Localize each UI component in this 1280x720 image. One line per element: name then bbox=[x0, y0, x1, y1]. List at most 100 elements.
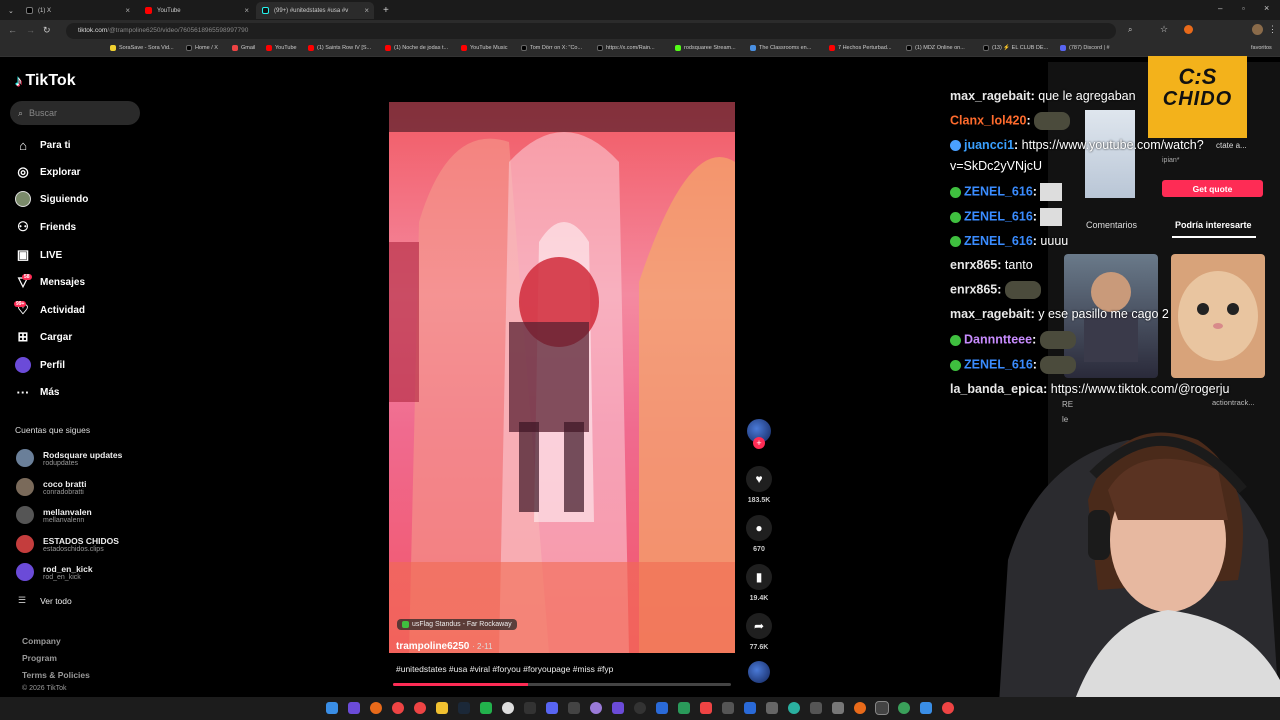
comment-button[interactable]: ● 670 bbox=[745, 515, 773, 553]
search-input[interactable]: ⌕ Buscar bbox=[10, 101, 140, 125]
video-player[interactable] bbox=[389, 102, 735, 653]
tiktok-logo[interactable]: ♪ TikTok bbox=[15, 72, 76, 90]
star-icon[interactable]: ☆ bbox=[1160, 24, 1168, 35]
share-button[interactable]: ➦ 77.6K bbox=[745, 613, 773, 651]
creator-avatar-button[interactable]: + bbox=[745, 419, 773, 449]
following-account[interactable]: mellanvalen mellanvalenn bbox=[16, 506, 92, 524]
bookmark-folder[interactable]: favoritos bbox=[1251, 45, 1272, 51]
bookmark[interactable]: (1) Noche de jodas t... bbox=[385, 45, 448, 51]
footer-link[interactable]: Company bbox=[22, 636, 61, 646]
app-icon[interactable] bbox=[832, 702, 844, 714]
nav-perfil[interactable]: Perfil bbox=[15, 357, 65, 373]
close-icon[interactable]: × bbox=[125, 6, 130, 15]
nav-explorar[interactable]: ◎ Explorar bbox=[15, 164, 80, 180]
zoom-icon[interactable]: ⌕ bbox=[1128, 25, 1132, 35]
video-progress-bar[interactable] bbox=[393, 683, 731, 686]
menu-icon[interactable]: ⋮ bbox=[1268, 24, 1277, 35]
bookmark[interactable]: SoraSave - Sora Vid... bbox=[110, 45, 174, 51]
video-caption[interactable]: #unitedstates #usa #viral #foryou #foryo… bbox=[396, 664, 613, 674]
see-all-button[interactable]: ☰ Ver todo bbox=[16, 595, 72, 606]
save-button[interactable]: ▮ 19.4K bbox=[745, 564, 773, 602]
terminal-icon[interactable] bbox=[875, 701, 889, 715]
bookmark[interactable]: (1) MDZ Online on... bbox=[906, 45, 965, 51]
bookmark[interactable]: The Classrooms en... bbox=[750, 45, 811, 51]
app-icon[interactable] bbox=[766, 702, 778, 714]
maximize-icon[interactable]: ▫ bbox=[1242, 4, 1245, 13]
tab-tiktok[interactable]: (99+) #unitedstates #usa #v × bbox=[256, 2, 374, 19]
discord-icon[interactable] bbox=[546, 702, 558, 714]
app-icon[interactable] bbox=[634, 702, 646, 714]
app-icon[interactable] bbox=[612, 702, 624, 714]
forward-icon[interactable]: → bbox=[26, 25, 35, 35]
video-author[interactable]: trampoline6250 · 2-11 bbox=[396, 641, 492, 652]
app-icon[interactable] bbox=[480, 702, 492, 714]
location-tag[interactable]: usFlag Standus - Far Rockaway bbox=[397, 619, 517, 630]
footer-link[interactable]: Terms & Policies bbox=[22, 670, 90, 680]
bookmark[interactable]: (787) Discord | # bbox=[1060, 45, 1110, 51]
following-account[interactable]: coco bratti conradobratti bbox=[16, 478, 86, 496]
close-icon[interactable]: × bbox=[244, 6, 249, 15]
url-field[interactable]: tiktok.com/@trampoline6250/video/7605618… bbox=[66, 23, 1116, 39]
bookmark[interactable]: (1) Saints Row IV [S... bbox=[308, 45, 371, 51]
tab-podria-interesarte[interactable]: Podría interesarte bbox=[1175, 220, 1252, 230]
profile-avatar[interactable] bbox=[1252, 24, 1263, 35]
bookmark[interactable]: YouTube Music bbox=[461, 45, 508, 51]
nav-cargar[interactable]: ⊞ Cargar bbox=[15, 329, 73, 345]
ad-image[interactable] bbox=[1085, 110, 1135, 198]
tab-youtube[interactable]: YouTube × bbox=[139, 2, 254, 19]
bookmark[interactable]: 7 Hechos Perturbad... bbox=[829, 45, 892, 51]
app-icon[interactable] bbox=[568, 702, 580, 714]
app-icon[interactable] bbox=[920, 702, 932, 714]
app-icon[interactable] bbox=[722, 702, 734, 714]
like-button[interactable]: ♥ 183.5K bbox=[745, 466, 773, 504]
app-icon[interactable] bbox=[348, 702, 360, 714]
back-icon[interactable]: ← bbox=[8, 25, 17, 35]
close-icon[interactable]: × bbox=[364, 6, 369, 15]
nav-siguiendo[interactable]: Siguiendo bbox=[15, 191, 88, 207]
music-disc-button[interactable] bbox=[745, 661, 773, 683]
nav-para-ti[interactable]: ⌂ Para ti bbox=[15, 137, 71, 153]
bookmark[interactable]: Tom Dörr on X: "Co... bbox=[521, 45, 582, 51]
extension-icon[interactable] bbox=[1184, 25, 1193, 34]
chrome-icon[interactable] bbox=[414, 702, 426, 714]
following-account[interactable]: ESTADOS CHIDOS estadoschidos.clips bbox=[16, 535, 119, 553]
bookmark[interactable]: YouTube bbox=[266, 45, 297, 51]
app-icon[interactable] bbox=[590, 702, 602, 714]
suggested-video-thumbnail[interactable] bbox=[1171, 254, 1265, 378]
app-icon[interactable] bbox=[810, 702, 822, 714]
app-icon[interactable] bbox=[656, 702, 668, 714]
reload-icon[interactable]: ↻ bbox=[43, 25, 51, 36]
footer-link[interactable]: Program bbox=[22, 653, 57, 663]
tab-x[interactable]: (1) X × bbox=[20, 2, 135, 19]
app-icon[interactable] bbox=[854, 702, 866, 714]
get-quote-button[interactable]: Get quote bbox=[1162, 180, 1263, 197]
nav-mas[interactable]: ··· Más bbox=[15, 384, 60, 400]
firefox-icon[interactable] bbox=[370, 702, 382, 714]
following-account[interactable]: rod_en_kick rod_en_kick bbox=[16, 563, 93, 581]
bookmark[interactable]: Gmail bbox=[232, 45, 255, 51]
app-icon[interactable] bbox=[678, 702, 690, 714]
app-icon[interactable] bbox=[700, 702, 712, 714]
app-icon[interactable] bbox=[744, 702, 756, 714]
bookmark[interactable]: rodsquaree Stream... bbox=[675, 45, 736, 51]
chrome-icon[interactable] bbox=[392, 702, 404, 714]
tab-comentarios[interactable]: Comentarios bbox=[1086, 220, 1137, 230]
app-icon[interactable] bbox=[942, 702, 954, 714]
start-icon[interactable] bbox=[326, 702, 338, 714]
bookmark[interactable]: https://x.com/Rain... bbox=[597, 45, 655, 51]
folder-icon[interactable] bbox=[436, 702, 448, 714]
nav-live[interactable]: ▣ LIVE bbox=[15, 247, 62, 263]
nav-friends[interactable]: ⚇ Friends bbox=[15, 219, 76, 235]
app-icon[interactable] bbox=[898, 702, 910, 714]
app-icon[interactable] bbox=[502, 702, 514, 714]
window-close-icon[interactable]: × bbox=[1264, 3, 1269, 13]
bookmark[interactable]: (13) ⚡ EL CLUB DE... bbox=[983, 45, 1048, 51]
minimize-icon[interactable]: – bbox=[1218, 4, 1222, 13]
steam-icon[interactable] bbox=[458, 702, 470, 714]
following-account[interactable]: Rodsquare updates rodupdates bbox=[16, 449, 122, 467]
new-tab-button[interactable]: + bbox=[377, 2, 391, 19]
app-icon[interactable] bbox=[524, 702, 536, 714]
tab-list-button[interactable]: ⌄ bbox=[2, 2, 14, 19]
follow-plus-icon[interactable]: + bbox=[753, 437, 765, 449]
bookmark[interactable]: Home / X bbox=[186, 45, 218, 51]
